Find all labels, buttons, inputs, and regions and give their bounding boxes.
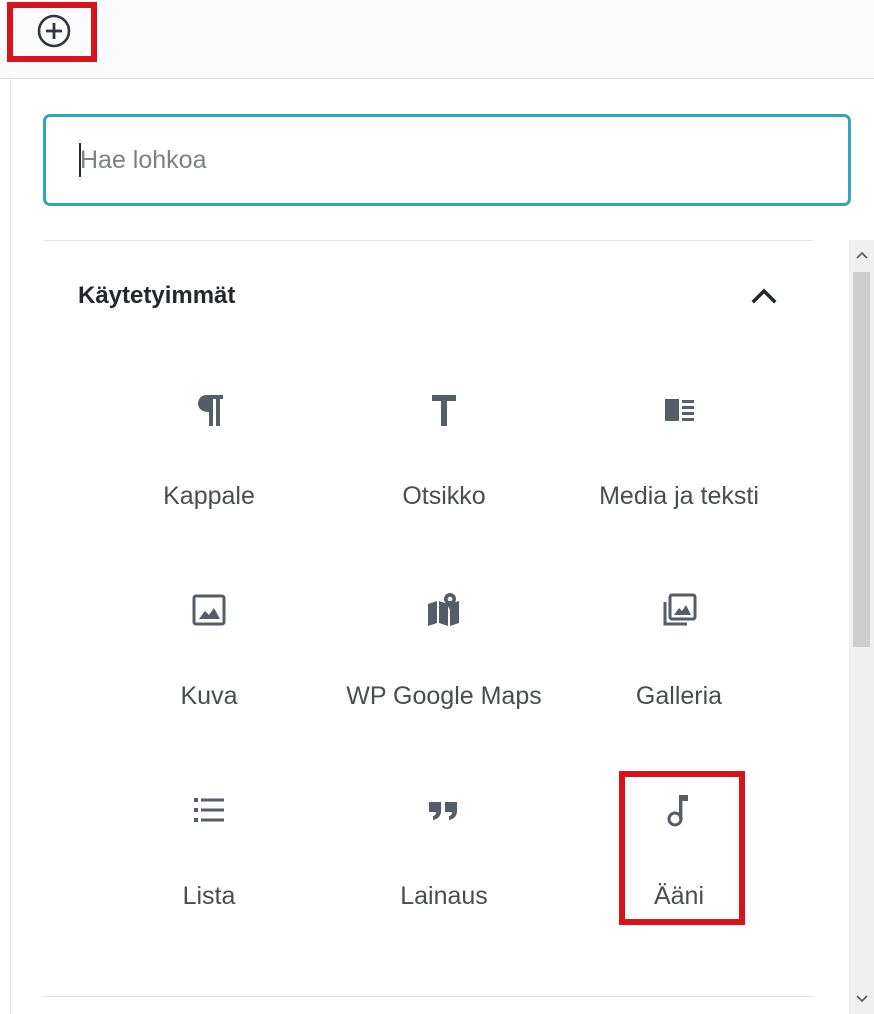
block-label: Galleria — [635, 682, 723, 710]
media-text-icon — [659, 390, 699, 430]
block-item-wp-google-maps[interactable]: WP Google Maps — [329, 560, 559, 760]
paragraph-icon — [189, 390, 229, 430]
block-item-image[interactable]: Kuva — [94, 560, 324, 760]
block-label: Ääni — [653, 882, 705, 910]
block-item-quote[interactable]: Lainaus — [329, 760, 559, 960]
block-label: Media ja teksti — [599, 482, 759, 510]
editor-top-toolbar — [0, 0, 874, 79]
divider — [44, 996, 814, 997]
block-list: Kappale Otsikko Media ja teksti Kuva WP … — [94, 360, 794, 960]
divider — [44, 240, 814, 241]
heading-icon — [424, 390, 464, 430]
block-label: Kappale — [163, 482, 255, 510]
list-icon — [189, 790, 229, 830]
block-label: Kuva — [180, 682, 238, 710]
scrollbar-thumb[interactable] — [853, 272, 870, 647]
audio-icon — [659, 790, 699, 830]
image-icon — [189, 590, 229, 630]
block-item-audio[interactable]: Ääni — [564, 760, 794, 960]
block-label: Otsikko — [402, 482, 486, 510]
scroll-up-arrow-icon[interactable] — [849, 240, 874, 270]
block-label: WP Google Maps — [346, 682, 542, 710]
block-label: Lainaus — [400, 882, 488, 910]
block-item-paragraph[interactable]: Kappale — [94, 360, 324, 560]
scroll-down-arrow-icon[interactable] — [849, 984, 874, 1014]
map-icon — [424, 590, 464, 630]
block-label: Lista — [182, 882, 236, 910]
section-title: Käytetyimmät — [78, 282, 236, 309]
chevron-up-icon[interactable] — [744, 279, 784, 313]
block-item-gallery[interactable]: Galleria — [564, 560, 794, 760]
text-caret — [79, 143, 81, 177]
quote-icon — [424, 790, 464, 830]
gallery-icon — [659, 590, 699, 630]
add-button-highlight — [7, 2, 97, 62]
block-item-heading[interactable]: Otsikko — [329, 360, 559, 560]
block-item-media-text[interactable]: Media ja teksti — [564, 360, 794, 560]
section-header-most-used[interactable]: Käytetyimmät — [44, 254, 814, 338]
scrollbar[interactable] — [849, 240, 874, 1014]
search-input[interactable] — [44, 115, 850, 205]
block-item-list[interactable]: Lista — [94, 760, 324, 960]
